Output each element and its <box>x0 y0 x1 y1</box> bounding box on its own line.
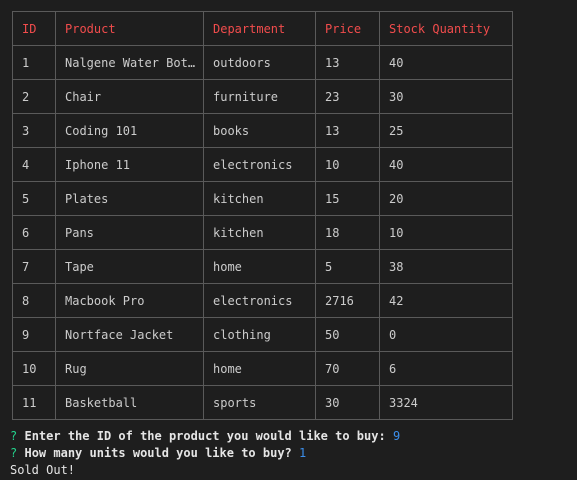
cell-stock: 6 <box>379 351 513 386</box>
cell-stock: 42 <box>379 283 513 318</box>
column-header-price: Price <box>315 11 380 46</box>
cell-stock: 25 <box>379 113 513 148</box>
cell-department: electronics <box>203 147 316 182</box>
terminal-output[interactable]: ID Product Department Price Stock Quanti… <box>0 0 577 480</box>
cell-id: 10 <box>12 351 56 386</box>
table-header-row: ID Product Department Price Stock Quanti… <box>12 11 513 46</box>
cell-price: 10 <box>315 147 380 182</box>
cell-stock: 20 <box>379 181 513 216</box>
cell-product: Nalgene Water Bot… <box>55 45 204 80</box>
cell-id: 4 <box>12 147 56 182</box>
cell-id: 3 <box>12 113 56 148</box>
table-row: 4 Iphone 11 electronics 10 40 <box>12 147 513 182</box>
cell-id: 6 <box>12 215 56 250</box>
cell-price: 18 <box>315 215 380 250</box>
column-header-id: ID <box>12 11 56 46</box>
cell-department: furniture <box>203 79 316 114</box>
cell-department: outdoors <box>203 45 316 80</box>
cell-stock: 10 <box>379 215 513 250</box>
cell-product: Plates <box>55 181 204 216</box>
cell-price: 5 <box>315 249 380 284</box>
prompt-question: How many units would you like to buy? <box>24 446 292 460</box>
cell-price: 13 <box>315 113 380 148</box>
table-row: 6 Pans kitchen 18 10 <box>12 215 513 250</box>
table-row: 5 Plates kitchen 15 20 <box>12 181 513 216</box>
question-mark-icon: ? <box>10 446 18 460</box>
cell-id: 7 <box>12 249 56 284</box>
prompt-answer: 1 <box>299 446 307 460</box>
cell-id: 2 <box>12 79 56 114</box>
table-row: 11 Basketball sports 30 3324 <box>12 385 513 420</box>
cell-stock: 38 <box>379 249 513 284</box>
products-table: ID Product Department Price Stock Quanti… <box>12 11 513 420</box>
table-row: 7 Tape home 5 38 <box>12 249 513 284</box>
prompt-answer: 9 <box>392 429 401 443</box>
cell-id: 9 <box>12 317 56 352</box>
table-row: 9 Nortface Jacket clothing 50 0 <box>12 317 513 352</box>
cell-product: Chair <box>55 79 204 114</box>
cell-id: 1 <box>12 45 56 80</box>
cell-department: kitchen <box>203 181 316 216</box>
cell-id: 5 <box>12 181 56 216</box>
cell-price: 13 <box>315 45 380 80</box>
table-row: 2 Chair furniture 23 30 <box>12 79 513 114</box>
cell-product: Iphone 11 <box>55 147 204 182</box>
column-header-stock-quantity: Stock Quantity <box>379 11 513 46</box>
table-row: 1 Nalgene Water Bot… outdoors 13 40 <box>12 45 513 80</box>
cell-id: 8 <box>12 283 56 318</box>
cell-price: 2716 <box>315 283 380 318</box>
prompt-question: Enter the ID of the product you would li… <box>24 429 386 443</box>
cell-department: home <box>203 249 316 284</box>
cell-stock: 40 <box>379 147 513 182</box>
cell-department: clothing <box>203 317 316 352</box>
cell-product: Macbook Pro <box>55 283 204 318</box>
cell-department: sports <box>203 385 316 420</box>
table-row: 3 Coding 101 books 13 25 <box>12 113 513 148</box>
cell-id: 11 <box>12 385 56 420</box>
cell-price: 50 <box>315 317 380 352</box>
table-row: 10 Rug home 70 6 <box>12 351 513 386</box>
cell-product: Coding 101 <box>55 113 204 148</box>
prompt-line-units: ? How many units would you like to buy? … <box>10 445 400 462</box>
cell-product: Rug <box>55 351 204 386</box>
cell-product: Pans <box>55 215 204 250</box>
cell-product: Nortface Jacket <box>55 317 204 352</box>
cell-department: books <box>203 113 316 148</box>
cell-price: 70 <box>315 351 380 386</box>
prompt-line-product-id: ? Enter the ID of the product you would … <box>10 428 400 445</box>
question-mark-icon: ? <box>10 429 18 443</box>
cell-department: electronics <box>203 283 316 318</box>
console-output: ? Enter the ID of the product you would … <box>10 428 400 479</box>
cell-stock: 30 <box>379 79 513 114</box>
cell-stock: 0 <box>379 317 513 352</box>
cell-price: 30 <box>315 385 380 420</box>
cell-price: 23 <box>315 79 380 114</box>
cell-department: home <box>203 351 316 386</box>
cell-price: 15 <box>315 181 380 216</box>
table-row: 8 Macbook Pro electronics 2716 42 <box>12 283 513 318</box>
result-message: Sold Out! <box>10 463 76 477</box>
column-header-department: Department <box>203 11 316 46</box>
cell-stock: 40 <box>379 45 513 80</box>
cell-department: kitchen <box>203 215 316 250</box>
cell-stock: 3324 <box>379 385 513 420</box>
column-header-product: Product <box>55 11 204 46</box>
cell-product: Tape <box>55 249 204 284</box>
cell-product: Basketball <box>55 385 204 420</box>
